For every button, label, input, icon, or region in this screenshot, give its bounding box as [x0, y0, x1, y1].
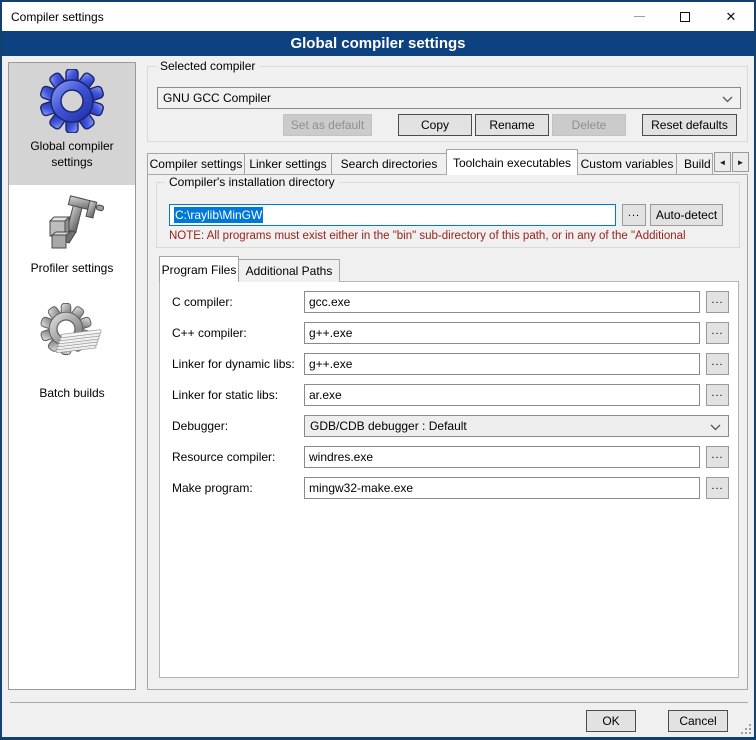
- debugger-select-value: GDB/CDB debugger : Default: [310, 419, 467, 433]
- maximize-button[interactable]: [662, 2, 708, 31]
- subtab-program-files[interactable]: Program Files: [159, 256, 239, 282]
- installation-directory-value: C:\raylib\MinGW: [174, 207, 263, 223]
- tab-compiler-settings[interactable]: Compiler settings: [147, 153, 245, 174]
- make-program-label: Make program:: [172, 481, 253, 495]
- delete-button[interactable]: Delete: [552, 114, 626, 136]
- debugger-select[interactable]: GDB/CDB debugger : Default: [304, 415, 729, 437]
- close-button[interactable]: ✕: [708, 2, 754, 31]
- program-files-panel: C compiler: gcc.exe ... C++ compiler: g+…: [159, 281, 739, 678]
- chevron-down-icon: [710, 424, 721, 431]
- tab-scroll-right-button[interactable]: ►: [732, 152, 749, 172]
- resource-compiler-input[interactable]: windres.exe: [304, 446, 700, 468]
- tab-scroll-left-icon: ◄: [719, 158, 727, 167]
- page-title: Global compiler settings: [2, 31, 754, 56]
- installation-directory-group: Compiler's installation directory C:\ray…: [156, 182, 740, 248]
- minimize-icon: [634, 16, 645, 17]
- linker-static-browse-button[interactable]: ...: [706, 384, 729, 406]
- installation-directory-group-label: Compiler's installation directory: [165, 175, 339, 189]
- sidebar-item-label: Global compiler settings: [9, 138, 135, 170]
- linker-dynamic-input[interactable]: g++.exe: [304, 353, 700, 375]
- sidebar-item-profiler-settings[interactable]: Profiler settings: [9, 185, 135, 297]
- linker-static-input[interactable]: ar.exe: [304, 384, 700, 406]
- chevron-down-icon: [722, 96, 733, 103]
- linker-dynamic-label: Linker for dynamic libs:: [172, 357, 295, 371]
- reset-defaults-button[interactable]: Reset defaults: [642, 114, 737, 136]
- sidebar-item-batch-builds[interactable]: Batch builds: [9, 297, 135, 425]
- c-compiler-browse-button[interactable]: ...: [706, 291, 729, 313]
- tab-search-directories[interactable]: Search directories: [331, 153, 447, 174]
- resource-compiler-browse-button[interactable]: ...: [706, 446, 729, 468]
- rename-button[interactable]: Rename: [475, 114, 549, 136]
- selected-compiler-group-label: Selected compiler: [156, 59, 259, 73]
- copy-button[interactable]: Copy: [398, 114, 472, 136]
- c-compiler-input[interactable]: gcc.exe: [304, 291, 700, 313]
- compiler-select[interactable]: GNU GCC Compiler: [157, 87, 741, 109]
- linker-static-label: Linker for static libs:: [172, 388, 278, 402]
- cpp-compiler-browse-button[interactable]: ...: [706, 322, 729, 344]
- auto-detect-button[interactable]: Auto-detect: [650, 204, 723, 226]
- close-icon: ✕: [726, 10, 737, 23]
- minimize-button[interactable]: [616, 2, 662, 31]
- tab-build-options[interactable]: Build options: [676, 153, 713, 174]
- sidebar-item-global-compiler-settings[interactable]: Global compiler settings: [9, 63, 135, 185]
- titlebar: Compiler settings ✕: [2, 2, 754, 31]
- tab-linker-settings[interactable]: Linker settings: [244, 153, 332, 174]
- selected-compiler-group: Selected compiler GNU GCC Compiler Set a…: [147, 66, 748, 142]
- blue-gear-icon: [40, 69, 104, 133]
- sidebar-item-label: Profiler settings: [27, 260, 118, 276]
- cpp-compiler-label: C++ compiler:: [172, 326, 247, 340]
- footer-divider: [10, 702, 748, 703]
- ok-button[interactable]: OK: [586, 710, 636, 732]
- debugger-label: Debugger:: [172, 419, 228, 433]
- settings-category-list: Global compiler settings: [8, 62, 136, 690]
- cancel-button[interactable]: Cancel: [668, 710, 728, 732]
- tab-toolchain-executables[interactable]: Toolchain executables: [446, 149, 578, 175]
- tab-scroll-left-button[interactable]: ◄: [714, 152, 731, 172]
- window-title: Compiler settings: [2, 10, 616, 24]
- batch-builds-icon: [40, 303, 104, 367]
- compiler-settings-dialog: Compiler settings ✕ Global compiler sett…: [0, 0, 756, 740]
- compiler-select-value: GNU GCC Compiler: [163, 91, 271, 105]
- linker-dynamic-browse-button[interactable]: ...: [706, 353, 729, 375]
- set-as-default-button[interactable]: Set as default: [283, 114, 372, 136]
- make-program-browse-button[interactable]: ...: [706, 477, 729, 499]
- cpp-compiler-input[interactable]: g++.exe: [304, 322, 700, 344]
- installation-directory-browse-button[interactable]: ...: [622, 204, 646, 226]
- tab-scroll-right-icon: ►: [737, 158, 745, 167]
- resize-grip-icon[interactable]: [741, 724, 751, 734]
- bin-subdirectory-note: NOTE: All programs must exist either in …: [169, 230, 737, 242]
- sidebar-item-label: Batch builds: [35, 385, 108, 401]
- subtab-additional-paths[interactable]: Additional Paths: [238, 259, 340, 282]
- caliper-icon: [40, 191, 104, 255]
- installation-directory-input[interactable]: C:\raylib\MinGW: [169, 204, 616, 226]
- resource-compiler-label: Resource compiler:: [172, 450, 275, 464]
- c-compiler-label: C compiler:: [172, 295, 233, 309]
- maximize-icon: [680, 12, 690, 22]
- tab-custom-variables[interactable]: Custom variables: [577, 153, 677, 174]
- make-program-input[interactable]: mingw32-make.exe: [304, 477, 700, 499]
